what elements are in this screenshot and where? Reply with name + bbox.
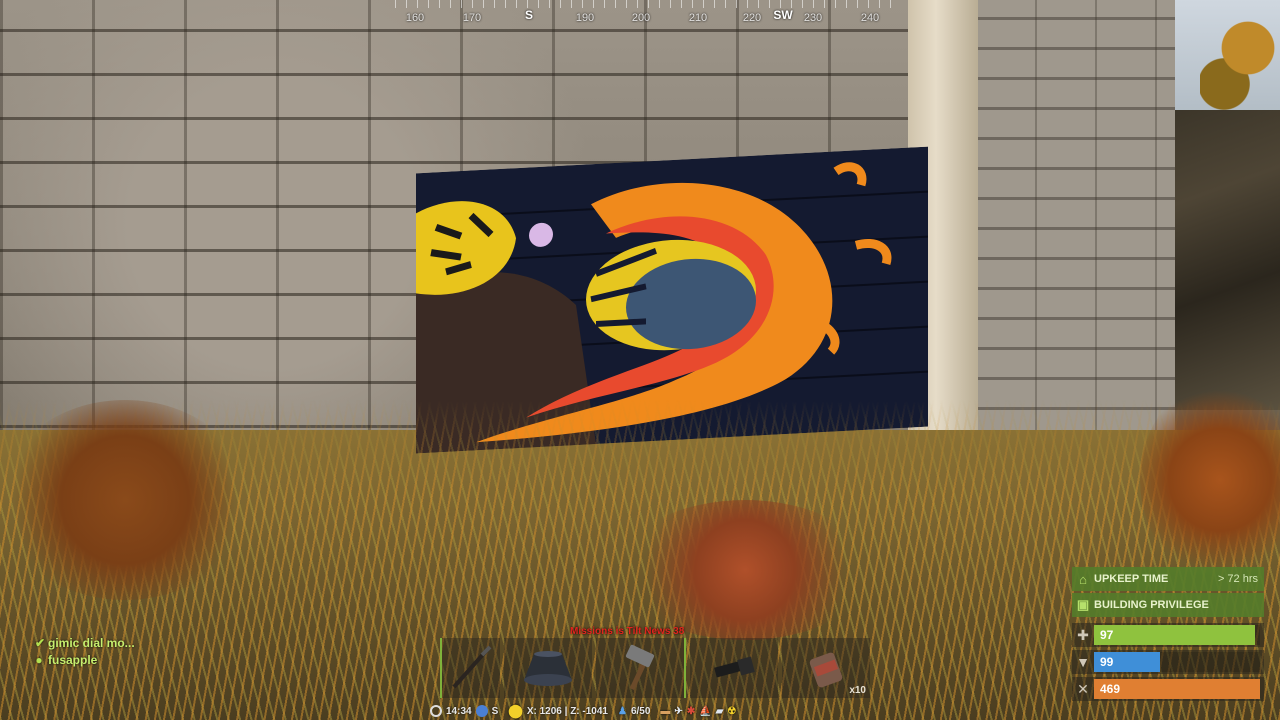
health-value: 97 [1100,628,1114,642]
player-vitals: ✚ 97 ▼ 99 ✕ 469 [1072,623,1264,704]
chat-player-name: gimic dial mo... [48,635,135,650]
compass-degree: 190 [575,12,595,24]
food-value: 469 [1100,682,1121,696]
cargo-icon: ▰ [715,705,724,717]
compass-degree: 160 [405,12,425,24]
coords-group: ⬤ X: 1206 | Z: -1041 [508,703,608,719]
clock-icon [430,705,442,717]
fork-knife-icon: ✕ [1077,680,1089,697]
plus-icon: ✚ [1077,626,1089,643]
compass-icon [475,705,488,717]
game-time: 14:34 [446,705,472,717]
player-icon: ♟ [617,705,627,717]
dry-bush [0,400,250,600]
bowl-icon [524,651,572,686]
compass-ticks [395,0,895,8]
building-status: ⌂ UPKEEP TIME > 72 hrs ▣ BUILDING PRIVIL… [1072,567,1264,619]
online-dot-icon: ● [35,652,43,667]
chest-icon: ▬ [660,705,671,717]
hotbar-warning: Missions is Tilt News 38 [570,626,685,637]
building-privilege-row: ▣ BUILDING PRIVILEGE [1072,593,1264,617]
hydration-track: 99 [1094,652,1260,672]
cup-icon: ▼ [1076,654,1090,670]
spear-icon [452,645,492,689]
hotbar-slot-1[interactable] [440,638,500,698]
compass-degree: 230 [803,12,823,24]
hotbar-slot-2[interactable] [504,638,592,698]
tree [1200,0,1280,120]
health-track: 97 [1094,625,1260,645]
info-bar: 14:34 S ⬤ X: 1206 | Z: -1041 ♟ 6/50 ▬ ✈ … [430,702,736,720]
cube-icon: ▣ [1076,597,1090,612]
compass-cardinal-south: S [524,8,534,22]
house-icon: ⌂ [1079,571,1087,587]
upkeep-value: > 72 hrs [1217,573,1258,585]
compass-degree: 240 [860,12,880,24]
server-icons: ▬ ✈ ✱ ⛵ ▰ ☢ [660,706,736,717]
compass-degree: 200 [631,12,651,24]
boat-icon: ⛵ [699,705,712,717]
compass-bar: 160 170 S 190 200 210 220 SW 230 240 [395,0,895,30]
coordinates: X: 1206 | Z: -1041 [526,705,608,717]
chat-player-name: fusapple [48,652,98,667]
hydration-bar: ▼ 99 [1072,650,1264,674]
chat-line: ✔ gimic dial mo... [35,634,135,651]
hydration-value: 99 [1100,655,1114,669]
upkeep-time-row: ⌂ UPKEEP TIME > 72 hrs [1072,567,1264,591]
facing-direction: S [491,705,499,717]
check-icon: ✔ [35,635,46,650]
slot-count: x10 [849,685,866,696]
players-group: ♟ 6/50 [618,706,650,717]
food-track: 469 [1094,679,1260,699]
compass-degree: 220 [742,12,762,24]
compass-degree: 210 [688,12,708,24]
hammer-icon [625,644,655,691]
hotbar-slot-5[interactable]: x10 [782,638,870,698]
team-chat: ✔ gimic dial mo... ● fusapple [35,634,135,668]
location-pin-icon: ⬤ [508,703,523,718]
flashlight-icon [714,656,755,678]
compass-degree: 170 [462,12,482,24]
health-bar: ✚ 97 [1072,623,1264,647]
tin-can-icon [809,652,843,688]
chat-line: ● fusapple [35,651,135,668]
dry-bush [620,500,870,640]
hotbar: x10 [440,638,870,698]
radiation-icon: ☢ [727,705,737,717]
plane-icon: ✈ [674,705,683,717]
hotbar-slot-4[interactable] [690,638,778,698]
health-fill [1094,625,1256,645]
upkeep-label: UPKEEP TIME [1094,573,1169,585]
hotbar-slot-3[interactable] [596,638,686,698]
building-privilege-label: BUILDING PRIVILEGE [1094,599,1209,611]
clock-group: 14:34 S [430,705,498,717]
helicopter-icon: ✱ [686,705,696,717]
food-bar: ✕ 469 [1072,677,1264,701]
player-count: 6/50 [630,705,651,717]
compass-cardinal-southwest: SW [773,8,793,22]
